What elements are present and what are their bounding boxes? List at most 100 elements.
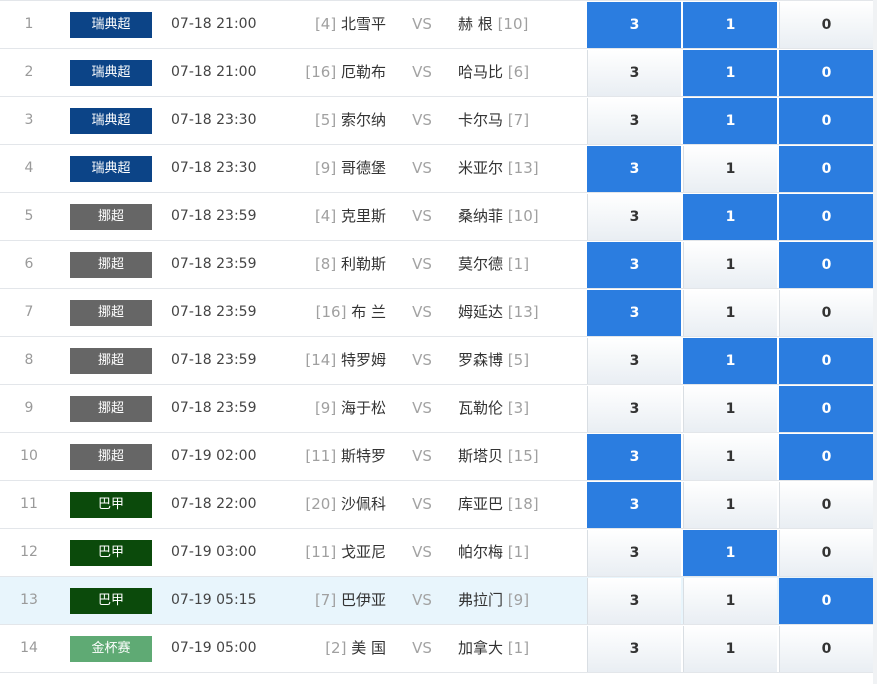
- league-badge[interactable]: 挪超: [70, 252, 152, 278]
- bet-option-1[interactable]: 1: [683, 482, 777, 528]
- bet-option-1[interactable]: 1: [683, 338, 777, 384]
- bet-option-0[interactable]: 0: [779, 194, 873, 240]
- home-team[interactable]: [14] 特罗姆: [260, 337, 386, 384]
- home-team[interactable]: [7] 巴伊亚: [260, 577, 386, 624]
- table-row: 1 瑞典超 07-18 21:00 [4] 北雪平 VS 赫 根 [10] 3 1 0: [0, 1, 877, 49]
- away-team[interactable]: 罗森博 [5]: [458, 337, 584, 384]
- bet-option-1[interactable]: 1: [683, 578, 777, 624]
- bet-option-0[interactable]: 0: [779, 530, 873, 576]
- bet-option-1[interactable]: 1: [683, 626, 777, 672]
- league-badge[interactable]: 挪超: [70, 300, 152, 326]
- home-team[interactable]: [9] 哥德堡: [260, 145, 386, 192]
- bet-option-3[interactable]: 3: [587, 386, 681, 432]
- league-badge[interactable]: 瑞典超: [70, 12, 152, 38]
- away-team[interactable]: 桑纳菲 [10]: [458, 193, 584, 240]
- bet-option-3[interactable]: 3: [587, 578, 681, 624]
- bet-option-1[interactable]: 1: [683, 98, 777, 144]
- home-team[interactable]: [11] 戈亚尼: [260, 529, 386, 576]
- bet-option-3[interactable]: 3: [587, 242, 681, 288]
- away-team[interactable]: 哈马比 [6]: [458, 49, 584, 96]
- bet-option-3[interactable]: 3: [587, 194, 681, 240]
- bet-option-3[interactable]: 3: [587, 338, 681, 384]
- away-team[interactable]: 帕尔梅 [1]: [458, 529, 584, 576]
- bet-option-0[interactable]: 0: [779, 290, 873, 336]
- away-team[interactable]: 斯塔贝 [15]: [458, 433, 584, 480]
- home-team[interactable]: [11] 斯特罗: [260, 433, 386, 480]
- away-team[interactable]: 库亚巴 [18]: [458, 481, 584, 528]
- league-badge[interactable]: 挪超: [70, 204, 152, 230]
- home-rank: [14]: [305, 351, 337, 369]
- bet-option-1[interactable]: 1: [683, 146, 777, 192]
- bet-option-0[interactable]: 0: [779, 386, 873, 432]
- home-team-name: 美 国: [351, 639, 386, 657]
- bet-option-1[interactable]: 1: [683, 194, 777, 240]
- away-team[interactable]: 弗拉门 [9]: [458, 577, 584, 624]
- home-team[interactable]: [2] 美 国: [260, 625, 386, 672]
- match-index: 2: [24, 64, 34, 80]
- bet-option-1[interactable]: 1: [683, 530, 777, 576]
- bet-option-3[interactable]: 3: [587, 98, 681, 144]
- bet-option-0[interactable]: 0: [779, 482, 873, 528]
- bet-option-0[interactable]: 0: [779, 98, 873, 144]
- bet-option-1[interactable]: 1: [683, 290, 777, 336]
- league-badge[interactable]: 挪超: [70, 444, 152, 470]
- league-badge[interactable]: 挪超: [70, 396, 152, 422]
- bet-option-3[interactable]: 3: [587, 482, 681, 528]
- home-team[interactable]: [9] 海于松: [260, 385, 386, 432]
- home-team[interactable]: [16] 布 兰: [260, 289, 386, 336]
- home-team[interactable]: [4] 北雪平: [260, 1, 386, 48]
- league-badge[interactable]: 巴甲: [70, 540, 152, 566]
- league-badge[interactable]: 挪超: [70, 348, 152, 374]
- away-rank: [5]: [507, 351, 530, 369]
- league-badge[interactable]: 瑞典超: [70, 156, 152, 182]
- away-team[interactable]: 莫尔德 [1]: [458, 241, 584, 288]
- bet-option-0[interactable]: 0: [779, 146, 873, 192]
- away-team[interactable]: 卡尔马 [7]: [458, 97, 584, 144]
- table-row: 7 挪超 07-18 23:59 [16] 布 兰 VS 姆延达 [13] 3 1 0: [0, 289, 877, 337]
- away-team-name: 斯塔贝: [458, 447, 504, 465]
- bet-option-3[interactable]: 3: [587, 146, 681, 192]
- bet-option-1[interactable]: 1: [683, 2, 777, 48]
- away-team[interactable]: 米亚尔 [13]: [458, 145, 584, 192]
- away-team[interactable]: 瓦勒伦 [3]: [458, 385, 584, 432]
- bet-option-3[interactable]: 3: [587, 626, 681, 672]
- scrollbar-track[interactable]: [873, 0, 877, 684]
- home-team[interactable]: [20] 沙佩科: [260, 481, 386, 528]
- home-team[interactable]: [16] 厄勒布: [260, 49, 386, 96]
- league-badge[interactable]: 金杯赛: [70, 636, 152, 662]
- table-row: 9 挪超 07-18 23:59 [9] 海于松 VS 瓦勒伦 [3] 3 1 0: [0, 385, 877, 433]
- home-team[interactable]: [5] 索尔纳: [260, 97, 386, 144]
- home-team[interactable]: [8] 利勒斯: [260, 241, 386, 288]
- bet-option-1[interactable]: 1: [683, 434, 777, 480]
- away-team[interactable]: 加拿大 [1]: [458, 625, 584, 672]
- bet-option-3[interactable]: 3: [587, 2, 681, 48]
- league-badge[interactable]: 瑞典超: [70, 60, 152, 86]
- match-index: 3: [24, 112, 34, 128]
- home-team-name: 北雪平: [340, 15, 386, 33]
- bet-option-3[interactable]: 3: [587, 434, 681, 480]
- bet-option-0[interactable]: 0: [779, 578, 873, 624]
- bet-option-3[interactable]: 3: [587, 530, 681, 576]
- bet-option-3[interactable]: 3: [587, 50, 681, 96]
- bet-option-3[interactable]: 3: [587, 290, 681, 336]
- bet-option-0[interactable]: 0: [779, 434, 873, 480]
- vs-label: VS: [412, 447, 432, 465]
- vs-label: VS: [412, 543, 432, 561]
- home-team[interactable]: [4] 克里斯: [260, 193, 386, 240]
- bet-option-0[interactable]: 0: [779, 2, 873, 48]
- home-team-name: 布 兰: [351, 303, 386, 321]
- home-rank: [5]: [314, 111, 337, 129]
- league-badge[interactable]: 瑞典超: [70, 108, 152, 134]
- bet-option-0[interactable]: 0: [779, 338, 873, 384]
- away-rank: [13]: [507, 303, 539, 321]
- bet-option-1[interactable]: 1: [683, 386, 777, 432]
- league-badge[interactable]: 巴甲: [70, 492, 152, 518]
- bet-option-1[interactable]: 1: [683, 50, 777, 96]
- away-team[interactable]: 赫 根 [10]: [458, 1, 584, 48]
- bet-option-0[interactable]: 0: [779, 242, 873, 288]
- bet-option-0[interactable]: 0: [779, 626, 873, 672]
- bet-option-1[interactable]: 1: [683, 242, 777, 288]
- league-badge[interactable]: 巴甲: [70, 588, 152, 614]
- away-team[interactable]: 姆延达 [13]: [458, 289, 584, 336]
- bet-option-0[interactable]: 0: [779, 50, 873, 96]
